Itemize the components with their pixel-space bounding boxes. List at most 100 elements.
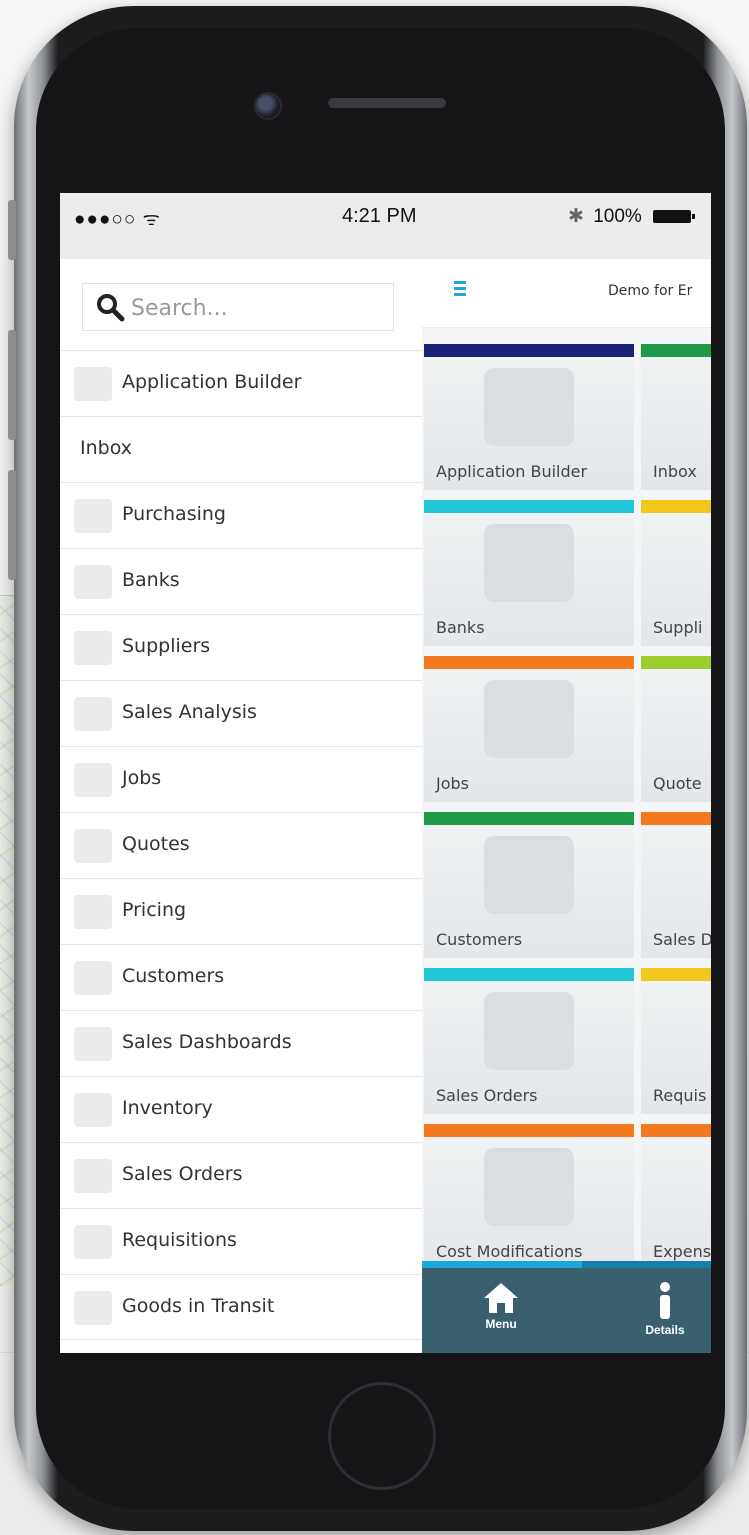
sidebar-item-jobs[interactable]: Jobs	[60, 746, 422, 812]
tile-color-bar	[641, 812, 711, 825]
tab-details-label: Details	[645, 1323, 685, 1337]
info-icon	[660, 1282, 670, 1319]
tile[interactable]: Jobs	[424, 656, 634, 802]
sidebar-item-label: Requisitions	[122, 1229, 237, 1251]
volume-down-button	[8, 470, 16, 580]
signal-indicator: ●●●○○ ᯤ	[74, 205, 161, 231]
sidebar-item-quotes[interactable]: Quotes	[60, 812, 422, 878]
calendar-icon	[74, 763, 112, 797]
tile-icon	[484, 680, 574, 758]
bank-icon	[74, 565, 112, 599]
tile-label: Inbox	[653, 462, 697, 481]
sidebar-item-sales-analysis[interactable]: Sales Analysis	[60, 680, 422, 746]
sidebar-item-requisitions[interactable]: Requisitions	[60, 1208, 422, 1274]
battery-percent: 100%	[593, 206, 642, 227]
tile[interactable]: Suppli	[641, 500, 711, 646]
tile[interactable]: Sales D	[641, 812, 711, 958]
sidebar-item-label: Purchasing	[122, 503, 226, 525]
wifi-icon: ᯤ	[142, 209, 162, 230]
truck-icon	[74, 1291, 112, 1325]
tile-color-bar	[424, 1124, 634, 1137]
sidebar-item-pricing[interactable]: Pricing	[60, 878, 422, 944]
phone-screen: ●●●○○ ᯤ 4:21 PM ✱ 100% Application Build…	[60, 193, 711, 1353]
sidebar-item-inbox[interactable]: Inbox	[60, 416, 422, 482]
signal-icon: ●●●○○	[74, 209, 137, 230]
sidebar-item-sales-dashboards[interactable]: Sales Dashboards	[60, 1010, 422, 1076]
sidebar-item-application-builder[interactable]: Application Builder	[60, 350, 422, 416]
tile-label: Banks	[436, 618, 485, 637]
battery-icon	[653, 210, 696, 224]
tile[interactable]: Customers	[424, 812, 634, 958]
tab-menu[interactable]: Menu	[470, 1281, 532, 1341]
sidebar-item-label: Suppliers	[122, 635, 211, 657]
tile-color-bar	[424, 656, 634, 669]
person-icon	[74, 367, 112, 401]
tile[interactable]: Quote	[641, 656, 711, 802]
sidebar-item-label: Sales Orders	[122, 1163, 243, 1185]
sidebar-item-inventory[interactable]: Inventory	[60, 1076, 422, 1142]
bag-icon	[74, 1159, 112, 1193]
tile[interactable]: Requis	[641, 968, 711, 1114]
tile-label: Suppli	[653, 618, 703, 637]
battery-indicator: ✱ 100%	[568, 205, 696, 228]
search-box	[82, 283, 394, 331]
tile-label: Quote	[653, 774, 702, 793]
tile[interactable]: Expens	[641, 1124, 711, 1270]
tile-color-bar	[641, 968, 711, 981]
tab-menu-label: Menu	[485, 1317, 517, 1331]
sidebar-item-sales-orders[interactable]: Sales Orders	[60, 1142, 422, 1208]
sidebar-item-label: Application Builder	[122, 371, 302, 393]
boxes-icon	[74, 631, 112, 665]
tile-color-bar	[641, 656, 711, 669]
sidebar-item-suppliers[interactable]: Suppliers	[60, 614, 422, 680]
search-input[interactable]	[129, 288, 383, 328]
tile-label: Sales Orders	[436, 1086, 538, 1105]
bottom-tab-bar: Menu Details	[422, 1261, 711, 1353]
bluetooth-icon: ✱	[568, 206, 584, 227]
sidebar-item-label: Goods in Transit	[122, 1295, 275, 1317]
sidebar-item-label: Inventory	[122, 1097, 213, 1119]
card-icon	[74, 829, 112, 863]
sidebar-item-label: Sales Dashboards	[122, 1031, 292, 1053]
sidebar-item-label: Quotes	[122, 833, 190, 855]
tile-label: Sales D	[653, 930, 711, 949]
people-icon	[74, 961, 112, 995]
tile-label: Expens	[653, 1242, 711, 1261]
home-button[interactable]	[328, 1382, 436, 1490]
tile-color-bar	[641, 1124, 711, 1137]
dashboard-icon	[74, 1027, 112, 1061]
tile[interactable]: Sales Orders	[424, 968, 634, 1114]
volume-up-button	[8, 330, 16, 440]
status-time: 4:21 PM	[342, 205, 417, 227]
trend-icon	[74, 697, 112, 731]
tile-label: Requis	[653, 1086, 707, 1105]
store-icon	[74, 499, 112, 533]
menu-list: Application Builder Inbox Purchasing Ban…	[60, 350, 422, 1340]
tile[interactable]: Application Builder	[424, 344, 634, 490]
status-bar: ●●●○○ ᯤ 4:21 PM ✱ 100%	[60, 193, 711, 259]
tile-icon	[484, 1148, 574, 1226]
tab-indicator	[422, 1261, 711, 1268]
tile[interactable]: Banks	[424, 500, 634, 646]
sidebar-item-purchasing[interactable]: Purchasing	[60, 482, 422, 548]
sidebar-item-goods-in-transit[interactable]: Goods in Transit	[60, 1274, 422, 1340]
sidebar-item-label: Customers	[122, 965, 225, 987]
tile-label: Application Builder	[436, 462, 588, 481]
tile-label: Customers	[436, 930, 523, 949]
form-icon	[74, 1225, 112, 1259]
sidebar-item-banks[interactable]: Banks	[60, 548, 422, 614]
front-camera	[254, 92, 282, 120]
tile-color-bar	[641, 344, 711, 357]
side-menu: Application Builder Inbox Purchasing Ban…	[60, 259, 423, 1353]
tab-details[interactable]: Details	[634, 1281, 696, 1341]
tile[interactable]: Inbox	[641, 344, 711, 490]
tile-icon	[484, 992, 574, 1070]
hamburger-icon[interactable]	[454, 281, 466, 297]
tile-color-bar	[424, 344, 634, 357]
sidebar-item-label: Pricing	[122, 899, 187, 921]
tile[interactable]: Cost Modifications	[424, 1124, 634, 1270]
home-icon	[484, 1283, 518, 1313]
tile-label: Cost Modifications	[436, 1242, 583, 1261]
sidebar-item-customers[interactable]: Customers	[60, 944, 422, 1010]
page-title: Demo for Er	[608, 283, 693, 299]
